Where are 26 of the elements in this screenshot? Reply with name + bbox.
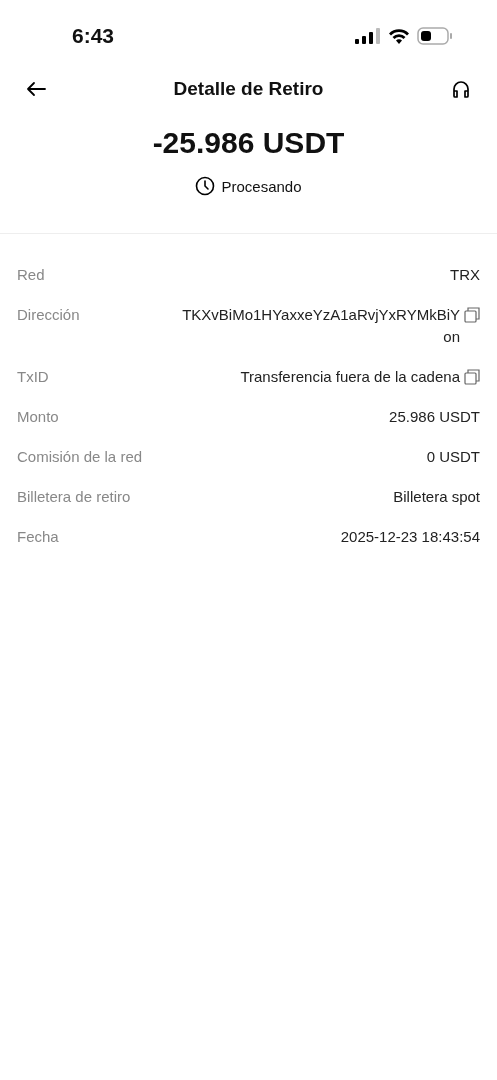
- detail-label: Fecha: [17, 527, 59, 547]
- detail-value: 0 USDT: [426, 447, 480, 467]
- detail-value: TKXvBiMo1HYaxxeYzA1aRvjYxRYMkBiYon: [181, 305, 460, 347]
- detail-value: Transferencia fuera de la cadena: [240, 367, 460, 387]
- status-text: Procesando: [221, 177, 302, 195]
- detail-label: Billetera de retiro: [17, 487, 131, 507]
- detail-label: Monto: [17, 407, 59, 427]
- detail-value: 2025-12-23 18:43:54: [340, 527, 480, 547]
- detail-value: Billetera spot: [393, 487, 480, 507]
- page-title: Detalle de Retiro: [173, 78, 324, 100]
- detail-value: 25.986 USDT: [389, 407, 480, 427]
- detail-label: Comisión de la red: [17, 447, 143, 467]
- copy-icon[interactable]: [464, 369, 480, 385]
- clock-icon: [195, 176, 216, 196]
- status-time: 6:43: [72, 24, 115, 48]
- detail-value: TRX: [450, 265, 480, 285]
- back-arrow-icon[interactable]: [26, 81, 46, 97]
- headset-icon[interactable]: [451, 79, 471, 99]
- wifi-icon: [388, 28, 410, 44]
- copy-icon[interactable]: [464, 307, 480, 323]
- signal-icon: [355, 28, 381, 44]
- withdrawal-amount: -25.986 USDT: [152, 126, 345, 160]
- detail-label: TxID: [17, 367, 49, 387]
- detail-label: Dirección: [17, 305, 80, 325]
- battery-icon: [417, 27, 453, 45]
- detail-label: Red: [17, 265, 45, 285]
